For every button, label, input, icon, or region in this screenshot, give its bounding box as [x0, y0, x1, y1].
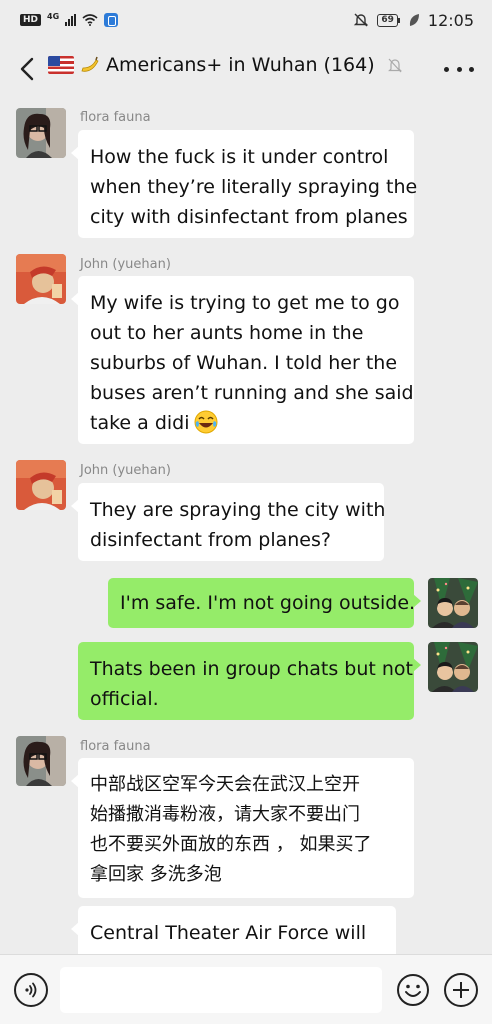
- hd-badge: HD: [20, 14, 42, 26]
- more-options-button[interactable]: [444, 56, 474, 82]
- avatar-flora-fauna[interactable]: [16, 108, 66, 158]
- battery-icon: 69: [377, 13, 400, 27]
- muted-bell-icon: [387, 58, 402, 73]
- message-line: They are spraying the city with: [90, 499, 386, 521]
- message-line: My wife is trying to get me to go: [90, 292, 400, 314]
- message-line: I'm safe. I'm not going outside.: [120, 592, 416, 614]
- message-bubble[interactable]: They are spraying the city with disinfec…: [71, 483, 386, 561]
- voice-input-button[interactable]: [14, 973, 48, 1007]
- chat-title-area[interactable]: Americans+ in Wuhan (164): [48, 54, 403, 76]
- message-input[interactable]: [60, 967, 382, 1013]
- more-actions-button[interactable]: [444, 973, 478, 1007]
- message-line: official.: [90, 688, 159, 710]
- avatar-flora-fauna[interactable]: [16, 736, 66, 786]
- leaf-icon: [409, 14, 419, 26]
- message-line: when they’re literally spraying the: [90, 176, 418, 198]
- my-message-bubble[interactable]: Thats been in group chats but not offici…: [78, 642, 421, 720]
- app-notification-icon: [104, 13, 119, 27]
- message-line: disinfectant from planes?: [90, 529, 331, 551]
- sender-name: flora fauna: [80, 739, 151, 754]
- message-line: Thats been in group chats but not: [90, 658, 414, 680]
- message-line: 始播撒消毒粉液，请大家不要出门: [90, 804, 360, 825]
- chat-title: Americans+ in Wuhan (164): [106, 54, 375, 76]
- message-line: 也不要买外面放的东西 ， 如果买了: [90, 834, 372, 855]
- message-bubble[interactable]: 中部战区空军今天会在武汉上空开 始播撒消毒粉液，请大家不要出门 也不要买外面放的…: [71, 758, 414, 898]
- back-button[interactable]: [14, 54, 40, 84]
- avatar-john-yuehan[interactable]: [16, 460, 66, 510]
- message-line: city with disinfectant from planes: [90, 206, 408, 228]
- message-line: 中部战区空军今天会在武汉上空开: [90, 774, 360, 795]
- message-line: Central Theater Air Force will: [90, 922, 367, 944]
- banana-icon: [81, 56, 99, 72]
- battery-level: 69: [377, 13, 398, 27]
- sender-name: flora fauna: [80, 110, 151, 125]
- message-line: buses aren’t running and she said: [90, 382, 414, 404]
- voice-icon: [25, 982, 37, 998]
- message-bubble[interactable]: How the fuck is it under control when th…: [71, 130, 418, 238]
- plus-icon: [453, 982, 469, 998]
- message-line: out to her aunts home in the: [90, 322, 364, 344]
- avatar-me[interactable]: [428, 642, 478, 692]
- chevron-left-icon: [20, 57, 34, 81]
- message-bubble[interactable]: My wife is trying to get me to go out to…: [71, 276, 414, 444]
- message-line: 拿回家 多洗多泡: [90, 864, 222, 885]
- sender-name: John (yuehan): [80, 257, 171, 272]
- message-line: suburbs of Wuhan. I told her the: [90, 352, 398, 374]
- bell-off-icon: [354, 13, 369, 27]
- avatar-me[interactable]: [428, 578, 478, 628]
- signal-icon: [65, 14, 77, 26]
- wifi-icon: [82, 14, 98, 26]
- input-bar: [0, 954, 492, 1024]
- my-message-bubble[interactable]: I'm safe. I'm not going outside.: [108, 578, 421, 628]
- network-type: 4G: [47, 11, 60, 21]
- sender-name: John (yuehan): [80, 463, 171, 478]
- chat-header: Americans+ in Wuhan (164): [0, 46, 492, 92]
- avatar-john-yuehan[interactable]: [16, 254, 66, 304]
- status-bar: HD 4G 69 12:05: [0, 0, 492, 40]
- emoji-button[interactable]: [396, 973, 430, 1007]
- us-flag-icon: [48, 56, 74, 74]
- message-line: take a didi: [90, 412, 190, 434]
- message-line: How the fuck is it under control: [90, 146, 389, 168]
- laughing-crying-emoji-icon: [194, 410, 218, 434]
- clock: 12:05: [427, 10, 474, 30]
